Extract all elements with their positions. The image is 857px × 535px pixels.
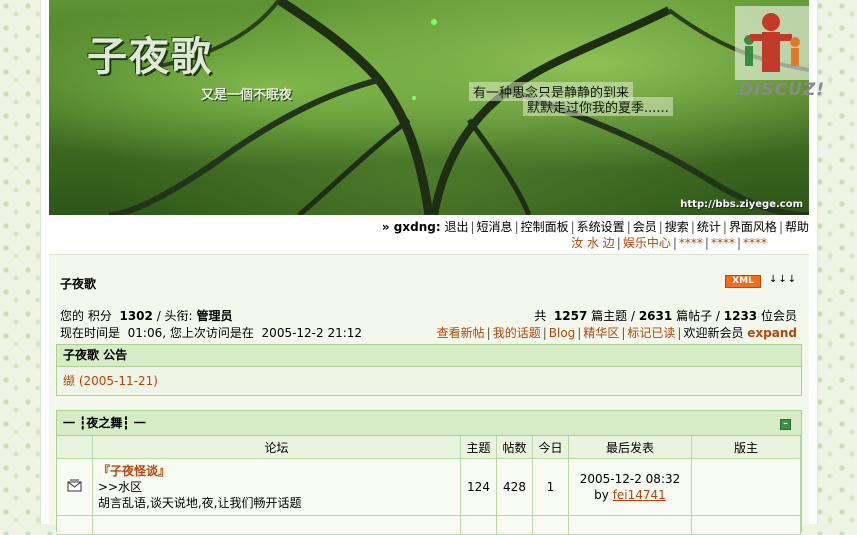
last-post-time[interactable]: 2005-12-2 08:32 — [570, 471, 690, 487]
forum-name: 子夜歌 — [60, 277, 97, 291]
announcement-item[interactable]: 缬 (2005-11-21) — [57, 367, 801, 394]
nav-system-settings-link[interactable]: 系统设置 — [577, 220, 625, 234]
table-cell — [57, 515, 93, 535]
banner-title: 子夜歌 — [87, 33, 213, 80]
banner-url: http://bbs.ziyege.com — [680, 199, 803, 210]
last-post-by-label: by — [594, 488, 609, 502]
new-member-link[interactable]: expand — [747, 326, 797, 340]
current-user: » gxdng: — [381, 220, 441, 234]
nav-messages-link[interactable]: 短消息 — [477, 220, 513, 234]
stats-total-label: 共 — [534, 309, 547, 323]
discuz-figures-icon — [735, 6, 813, 80]
nav-control-panel-link[interactable]: 控制面板 — [521, 220, 569, 234]
forum-info-cell: 『子夜怪谈』 >>水区 胡言乱语,谈天说地,夜,让我们畅开话题 — [92, 458, 461, 516]
last-post-author-line: by fei14741 — [570, 487, 690, 503]
header-banner: 子夜歌 又是一個不眠夜 有一种思念只是静静的到来 默默走过你我的夏季......… — [49, 0, 809, 215]
stats-members: 1233 — [723, 309, 758, 323]
digest-link[interactable]: 精华区 — [583, 326, 619, 340]
table-cell — [691, 515, 801, 535]
my-topics-link[interactable]: 我的话题 — [493, 326, 541, 340]
forum-stats: 共 1257 篇主题 / 2631 篇帖子 / 1233 位会员 查看新帖 | 我的… — [436, 309, 797, 340]
moderator-cell — [691, 458, 801, 516]
welcome-text: 欢迎新会员 — [683, 326, 744, 340]
blog-link[interactable]: Blog — [549, 326, 576, 340]
announcement-box: 子夜歌 公告 缬 (2005-11-21) — [56, 344, 802, 396]
forum-title-link[interactable]: 『子夜怪谈』 — [98, 463, 455, 479]
table-header-row: 论坛 主题 帖数 今日 最后发表 版主 — [57, 436, 801, 459]
user-title: 管理员 — [196, 309, 233, 323]
forum-today-count: 1 — [532, 458, 569, 516]
stats-topics: 1257 — [553, 309, 588, 323]
last-visit-time: 2005-12-2 21:12 — [261, 326, 363, 340]
forum-category: 一 ┇夜之舞┇ 一 – 论坛 主题 帖数 今日 最后发表 版主 『子夜怪谈』 >… — [56, 410, 802, 535]
header-today: 今日 — [532, 436, 569, 459]
user-points: 1302 — [119, 309, 153, 323]
view-new-posts-link[interactable]: 查看新帖 — [437, 326, 485, 340]
table-cell — [568, 515, 692, 535]
top-nav: » gxdng: 退出 | 短消息 | 控制面板 | 系统设置 | 会员 | 搜索 | 统计 | 界面风格 |… — [381, 220, 809, 234]
arrows-icon[interactable]: ↓↓↓ — [769, 274, 797, 285]
nav-members-link[interactable]: 会员 — [633, 220, 657, 234]
stats-members-label: 位会员 — [760, 309, 797, 323]
nav2-link-3[interactable]: **** — [679, 236, 703, 250]
nav2-link-4[interactable]: **** — [711, 236, 735, 250]
secondary-nav: 汝 水 边 | 娱乐中心 | **** | **** | **** — [571, 236, 767, 250]
category-header: 一 ┇夜之舞┇ 一 – — [57, 411, 801, 436]
mark-read-link[interactable]: 标记已读 — [627, 326, 675, 340]
points-label: 您的 积分 — [60, 309, 112, 323]
table-row — [57, 515, 801, 535]
category-title[interactable]: 一 ┇夜之舞┇ 一 — [63, 416, 146, 430]
forum-status-cell — [57, 458, 93, 516]
xml-rss-button[interactable]: XML — [725, 275, 761, 288]
nav-help-link[interactable]: 帮助 — [785, 220, 809, 234]
header-forum: 论坛 — [92, 436, 461, 459]
forum-subforum[interactable]: >>水区 — [98, 479, 455, 495]
last-visit-label: 您上次访问是在 — [169, 326, 254, 340]
banner-poem-line2: 默默走过你我的夏季...... — [523, 97, 673, 116]
nav2-rushui-link[interactable]: 汝 水 边 — [571, 236, 615, 250]
table-cell — [532, 515, 569, 535]
announcement-header: 子夜歌 公告 — [57, 345, 801, 367]
discuz-logo: DISCUZ! — [735, 6, 824, 100]
nav2-entertainment-link[interactable]: 娱乐中心 — [623, 236, 671, 250]
envelope-icon — [67, 479, 81, 492]
discuz-logo-text: DISCUZ! — [739, 80, 826, 100]
collapse-icon[interactable]: – — [780, 419, 791, 430]
forum-topics-count: 124 — [460, 458, 497, 516]
stats-topics-label: 篇主题 — [591, 309, 628, 323]
forum-description: 胡言乱语,谈天说地,夜,让我们畅开话题 — [98, 496, 302, 510]
table-cell — [496, 515, 533, 535]
stats-posts: 2631 — [638, 309, 673, 323]
current-time: 01:06, — [127, 326, 167, 340]
banner-subtitle: 又是一個不眠夜 — [201, 88, 293, 103]
table-cell — [92, 515, 461, 535]
last-post-author-link[interactable]: fei14741 — [613, 488, 666, 502]
nav-logout-link[interactable]: 退出 — [444, 220, 468, 234]
header-last-post: 最后发表 — [568, 436, 692, 459]
nav-stats-link[interactable]: 统计 — [697, 220, 721, 234]
stats-posts-label: 篇帖子 — [676, 309, 713, 323]
main-content: 子夜歌 XML ↓↓↓ 您的 积分 1302 / 头衔: 管理员 现在时间是 0… — [49, 254, 809, 535]
table-cell — [460, 515, 497, 535]
nav-styles-link[interactable]: 界面风格 — [729, 220, 777, 234]
user-info: 您的 积分 1302 / 头衔: 管理员 现在时间是 01:06, 您上次访问是… — [60, 308, 362, 342]
header-moderator: 版主 — [691, 436, 801, 459]
forum-posts-count: 428 — [496, 458, 533, 516]
header-topics: 主题 — [460, 436, 497, 459]
nav-search-link[interactable]: 搜索 — [665, 220, 689, 234]
page-container: 子夜歌 又是一個不眠夜 有一种思念只是静静的到来 默默走过你我的夏季......… — [40, 0, 824, 535]
title-label: / 头衔: — [156, 309, 193, 323]
table-row: 『子夜怪谈』 >>水区 胡言乱语,谈天说地,夜,让我们畅开话题 124 428 … — [57, 458, 801, 516]
nav2-link-5[interactable]: **** — [743, 236, 767, 250]
last-post-cell: 2005-12-2 08:32 by fei14741 — [568, 458, 692, 516]
forum-table: 论坛 主题 帖数 今日 最后发表 版主 『子夜怪谈』 >>水区 胡言乱语,谈天说… — [57, 436, 801, 535]
header-icon-col — [57, 436, 93, 459]
time-label: 现在时间是 — [60, 326, 121, 340]
header-posts: 帖数 — [496, 436, 533, 459]
